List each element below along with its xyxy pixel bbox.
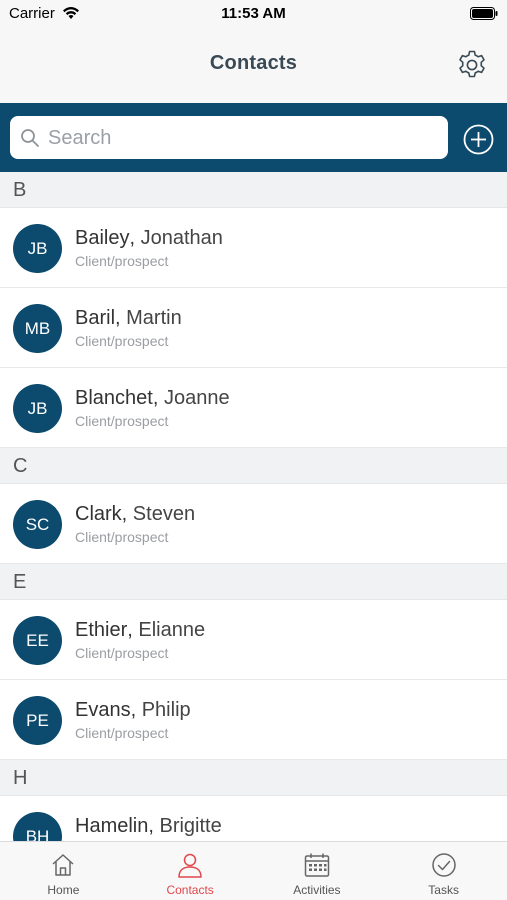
contact-row[interactable]: EE Ethier, Elianne Client/prospect: [0, 600, 507, 680]
contact-first-name: Brigitte: [159, 815, 222, 837]
avatar: BH: [13, 812, 62, 841]
search-input[interactable]: [46, 116, 440, 161]
tab-contacts[interactable]: Contacts: [127, 842, 254, 900]
tab-home[interactable]: Home: [0, 842, 127, 900]
contact-row[interactable]: JB Blanchet, Joanne Client/prospect: [0, 368, 507, 448]
contact-row[interactable]: BH Hamelin, Brigitte Client/prospect: [0, 796, 507, 841]
contact-first-name: Elianne: [138, 619, 206, 641]
navigation-bar: Contacts: [0, 28, 507, 103]
contact-name: Bailey, Jonathan: [75, 227, 223, 249]
contact-last-name: Evans: [75, 699, 131, 721]
contact-row[interactable]: MB Baril, Martin Client/prospect: [0, 288, 507, 368]
contact-first-name: Martin: [126, 307, 182, 329]
status-time: 11:53 AM: [221, 5, 286, 22]
contact-last-name: Clark: [75, 503, 122, 525]
contact-last-name: Ethier: [75, 619, 128, 641]
contact-last-name: Blanchet: [75, 387, 153, 409]
contacts-screen: Carrier 11:53 AM Contacts Search B JB Ba…: [0, 0, 507, 900]
tab-bar: Home Contacts Activities Tasks: [0, 841, 507, 900]
section-header-b: B: [0, 172, 507, 208]
contact-first-name: Philip: [141, 699, 191, 721]
contact-last-name: Hamelin: [75, 815, 149, 837]
contact-type: Client/prospect: [75, 413, 169, 429]
avatar: JB: [13, 224, 62, 273]
tab-label: Contacts: [166, 883, 214, 897]
battery-icon: [470, 7, 498, 20]
tab-tasks[interactable]: Tasks: [380, 842, 507, 900]
calendar-icon: [304, 853, 330, 877]
contact-last-name: Baril: [75, 307, 116, 329]
add-contact-plus-icon[interactable]: [463, 124, 494, 155]
contact-row[interactable]: JB Bailey, Jonathan Client/prospect: [0, 208, 507, 288]
tab-label: Activities: [293, 883, 341, 897]
avatar: JB: [13, 384, 62, 433]
avatar: MB: [13, 304, 62, 353]
contact-first-name: Jonathan: [140, 227, 223, 249]
contact-type: Client/prospect: [75, 645, 169, 661]
settings-gear-icon[interactable]: [455, 48, 489, 82]
check-circle-icon: [431, 853, 456, 877]
contact-row[interactable]: SC Clark, Steven Client/prospect: [0, 484, 507, 564]
section-header-c: C: [0, 448, 507, 484]
page-title: Contacts: [209, 52, 298, 74]
contact-first-name: Joanne: [163, 387, 230, 409]
section-header-h: H: [0, 760, 507, 796]
avatar: EE: [13, 616, 62, 665]
contact-name: Hamelin, Brigitte: [75, 815, 222, 837]
contact-name: Clark, Steven: [75, 503, 196, 525]
status-bar: Carrier 11:53 AM: [0, 0, 507, 28]
avatar: SC: [13, 500, 62, 549]
contact-last-name: Bailey: [75, 227, 130, 249]
search-bar: [0, 103, 507, 172]
contact-type: Client/prospect: [75, 529, 169, 545]
contact-first-name: Steven: [132, 503, 196, 525]
contact-name: Blanchet, Joanne: [75, 387, 230, 409]
contact-list[interactable]: B JB Bailey, Jonathan Client/prospect MB…: [0, 172, 507, 841]
section-header-e: E: [0, 564, 507, 600]
contact-name: Ethier, Elianne: [75, 619, 206, 641]
contact-row[interactable]: PE Evans, Philip Client/prospect: [0, 680, 507, 760]
home-icon: [52, 854, 74, 876]
search-box[interactable]: [10, 116, 448, 161]
contact-type: Client/prospect: [75, 253, 169, 269]
contact-name: Evans, Philip: [75, 699, 191, 721]
contact-type: Client/prospect: [75, 333, 169, 349]
contact-name: Baril, Martin: [75, 307, 182, 329]
search-icon: [21, 129, 39, 147]
tab-label: Home: [47, 883, 80, 897]
person-icon: [178, 853, 202, 878]
tab-label: Tasks: [428, 883, 459, 897]
contact-type: Client/prospect: [75, 725, 169, 741]
tab-activities[interactable]: Activities: [254, 842, 381, 900]
avatar: PE: [13, 696, 62, 745]
